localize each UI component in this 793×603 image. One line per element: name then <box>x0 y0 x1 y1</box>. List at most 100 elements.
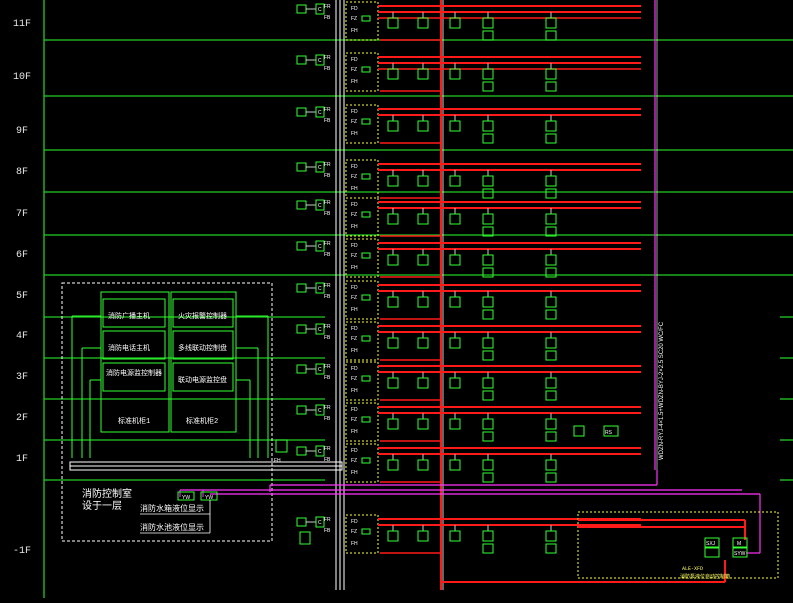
fd-label: FD <box>351 202 358 208</box>
extra-device <box>573 425 585 437</box>
cabinet2-item-1: 火灾报警控制器 <box>178 313 227 321</box>
device-icon <box>482 296 494 308</box>
floor-label-2f: 2F <box>15 413 28 424</box>
fd-label: FD <box>351 519 358 525</box>
fz-label: FZ <box>351 16 357 22</box>
cabinet1-item-2: 消防电话主机 <box>108 345 150 353</box>
bell-icon <box>482 543 494 554</box>
bell-icon <box>482 472 494 483</box>
fr-icon <box>296 517 307 527</box>
fh-module <box>275 439 288 453</box>
device-icon <box>449 459 461 471</box>
fh-label: FH <box>351 265 358 271</box>
cabinet1-item-1: 消防广播主机 <box>108 313 150 321</box>
module-c-label: C <box>318 203 322 209</box>
fz-module <box>361 173 371 180</box>
device-icon <box>449 213 461 225</box>
bell-icon <box>482 350 494 361</box>
panel-description: 消防泵液位自动控制箱 <box>680 574 731 580</box>
fz-module <box>361 335 371 342</box>
device-icon <box>545 17 557 29</box>
fh-tag: FH <box>274 458 281 464</box>
device-icon <box>449 337 461 349</box>
tank-level-label-2: 消防水池液位显示 <box>140 524 204 533</box>
fd-label: FD <box>351 366 358 372</box>
fz-module <box>361 15 371 22</box>
module-c-label: C <box>318 110 322 116</box>
device-icon <box>449 175 461 187</box>
device-icon <box>545 296 557 308</box>
device-icon <box>545 175 557 187</box>
fz-module <box>361 252 371 259</box>
fz-label: FZ <box>351 458 357 464</box>
floor-label-6f: 6F <box>15 250 28 261</box>
fz-module <box>361 416 371 423</box>
floor-label-5f: 5F <box>15 291 28 302</box>
fh-label: FH <box>351 388 358 394</box>
panel-tag-box-3 <box>704 547 720 558</box>
device-icon <box>449 530 461 542</box>
device-icon <box>417 296 429 308</box>
fb-label: FB <box>324 375 331 381</box>
pull-station-icon <box>545 390 557 401</box>
device-icon <box>482 377 494 389</box>
device-icon <box>545 377 557 389</box>
device-icon <box>482 175 494 187</box>
panel-tag-2: M <box>737 541 741 547</box>
device-icon <box>417 254 429 266</box>
device-icon <box>387 175 399 187</box>
device-icon <box>545 530 557 542</box>
yw-label-1: YW <box>182 495 190 501</box>
fh-label: FH <box>351 541 358 547</box>
device-icon <box>545 459 557 471</box>
fb-label: FB <box>324 416 331 422</box>
module-c-label: C <box>318 244 322 250</box>
fr-icon <box>296 364 307 374</box>
device-icon <box>387 377 399 389</box>
fb-label: FB <box>324 15 331 21</box>
fb-label: FB <box>324 118 331 124</box>
fr-label: FR <box>324 283 331 289</box>
yw-label-2: YW <box>205 495 213 501</box>
fb-label: FB <box>324 252 331 258</box>
fr-label: FR <box>324 162 331 168</box>
fr-label: FR <box>324 324 331 330</box>
device-icon <box>482 213 494 225</box>
device-icon <box>482 459 494 471</box>
fr-icon <box>296 4 307 14</box>
fr-label: FR <box>324 55 331 61</box>
fr-icon <box>296 200 307 210</box>
fz-label: FZ <box>351 417 357 423</box>
module-c-label: C <box>318 449 322 455</box>
device-icon <box>417 213 429 225</box>
device-icon <box>449 296 461 308</box>
fr-icon <box>296 283 307 293</box>
fr-label: FR <box>324 517 331 523</box>
pump-control-panel <box>577 511 779 579</box>
fr-icon <box>296 55 307 65</box>
fr-label: FR <box>324 107 331 113</box>
panel-tag-1: SXJ <box>706 541 716 547</box>
pull-station-icon <box>545 431 557 442</box>
device-icon <box>449 377 461 389</box>
device-icon <box>417 377 429 389</box>
module-c-label: C <box>318 327 322 333</box>
fr-label: FR <box>324 364 331 370</box>
bell-icon <box>482 309 494 320</box>
fb-label: FB <box>324 294 331 300</box>
fh-label: FH <box>351 186 358 192</box>
fb-label: FB <box>324 335 331 341</box>
fr-label: FR <box>324 446 331 452</box>
module-c-label: C <box>318 7 322 13</box>
floor-label-10f: 10F <box>12 72 31 83</box>
floor-label-11f: 11F <box>12 19 31 30</box>
fd-label: FD <box>351 6 358 12</box>
fb-label: FB <box>324 66 331 72</box>
fr-icon <box>296 405 307 415</box>
device-icon <box>545 254 557 266</box>
device-icon <box>387 213 399 225</box>
cabinet2-label: 标准机柜2 <box>186 418 219 426</box>
fh-label: FH <box>351 429 358 435</box>
device-icon <box>449 120 461 132</box>
device-icon <box>387 530 399 542</box>
